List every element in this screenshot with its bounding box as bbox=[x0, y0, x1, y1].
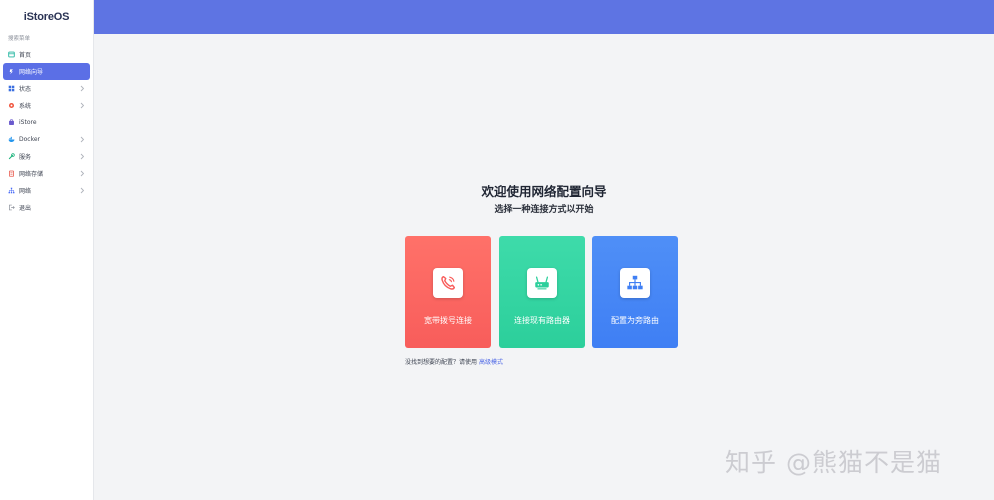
store-icon bbox=[8, 119, 15, 126]
top-header-bar bbox=[94, 0, 994, 34]
phone-icon bbox=[433, 268, 463, 298]
wizard-icon bbox=[8, 68, 15, 75]
storage-icon bbox=[8, 170, 15, 177]
sidebar-item-istore[interactable]: iStore bbox=[3, 114, 90, 131]
sidebar-item-status[interactable]: 状态 bbox=[3, 80, 90, 97]
sidebar-item-label: 网络向导 bbox=[19, 69, 44, 76]
chevron-right-icon bbox=[79, 153, 85, 160]
sidebar-item-network-storage[interactable]: 网络存储 bbox=[3, 165, 90, 182]
home-icon bbox=[8, 51, 15, 58]
sidebar-item-label: 首页 bbox=[19, 52, 32, 59]
sidebar-item-network[interactable]: 网络 bbox=[3, 182, 90, 199]
pppoe-dialup-card[interactable]: 宽带拨号连接 bbox=[405, 236, 491, 348]
grid-icon bbox=[8, 85, 15, 92]
card-label: 宽带拨号连接 bbox=[424, 316, 472, 325]
sidebar-item-label: 服务 bbox=[19, 154, 32, 161]
sidebar-item-label: 状态 bbox=[19, 86, 32, 93]
sidebar-item-home[interactable]: 首页 bbox=[3, 46, 90, 63]
sidebar-item-system[interactable]: 系统 bbox=[3, 97, 90, 114]
chevron-right-icon bbox=[79, 187, 85, 194]
sidebar-item-label: 系统 bbox=[19, 103, 32, 110]
hint-text: 没找到想要的配置？请使用 bbox=[405, 359, 478, 366]
network-icon bbox=[8, 187, 15, 194]
page-subtitle: 选择一种连接方式以开始 bbox=[494, 205, 594, 215]
watermark: 知乎 @熊猫不是猫 bbox=[725, 448, 942, 477]
bypass-router-card[interactable]: 配置为旁路由 bbox=[592, 236, 678, 348]
sidebar-item-label: 退出 bbox=[19, 205, 32, 212]
main-content: 欢迎使用网络配置向导 选择一种连接方式以开始 宽带拨号连接 连接现有路由器 配置… bbox=[94, 34, 994, 500]
page-title: 欢迎使用网络配置向导 bbox=[481, 184, 607, 199]
sidebar: iStoreOS 搜索菜单 首页 网络向导 状态 系统 iStore Docke… bbox=[0, 0, 94, 500]
router-icon bbox=[527, 268, 557, 298]
docker-icon bbox=[8, 136, 15, 143]
sidebar-item-docker[interactable]: Docker bbox=[3, 131, 90, 148]
logout-icon bbox=[8, 204, 15, 211]
topology-icon bbox=[620, 268, 650, 298]
sidebar-item-services[interactable]: 服务 bbox=[3, 148, 90, 165]
sidebar-menu: 首页 网络向导 状态 系统 iStore Docker 服务 网络存储 网络 退… bbox=[0, 46, 93, 216]
card-label: 连接现有路由器 bbox=[514, 316, 570, 325]
advanced-mode-hint: 没找到想要的配置？请使用 高级模式 bbox=[405, 357, 503, 366]
card-label: 配置为旁路由 bbox=[611, 316, 659, 325]
service-icon bbox=[8, 153, 15, 160]
sidebar-item-network-wizard[interactable]: 网络向导 bbox=[3, 63, 90, 80]
chevron-right-icon bbox=[79, 85, 85, 92]
chevron-right-icon bbox=[79, 102, 85, 109]
sidebar-item-label: 网络 bbox=[19, 188, 32, 195]
gear-icon bbox=[8, 102, 15, 109]
chevron-right-icon bbox=[79, 170, 85, 177]
chevron-right-icon bbox=[79, 136, 85, 143]
existing-router-card[interactable]: 连接现有路由器 bbox=[499, 236, 585, 348]
sidebar-item-logout[interactable]: 退出 bbox=[3, 199, 90, 216]
sidebar-item-label: Docker bbox=[19, 136, 41, 143]
advanced-mode-link[interactable]: 高级模式 bbox=[479, 359, 503, 366]
menu-search-label[interactable]: 搜索菜单 bbox=[0, 34, 93, 44]
sidebar-item-label: iStore bbox=[19, 119, 37, 126]
sidebar-item-label: 网络存储 bbox=[19, 171, 44, 178]
app-logo[interactable]: iStoreOS bbox=[0, 0, 93, 34]
